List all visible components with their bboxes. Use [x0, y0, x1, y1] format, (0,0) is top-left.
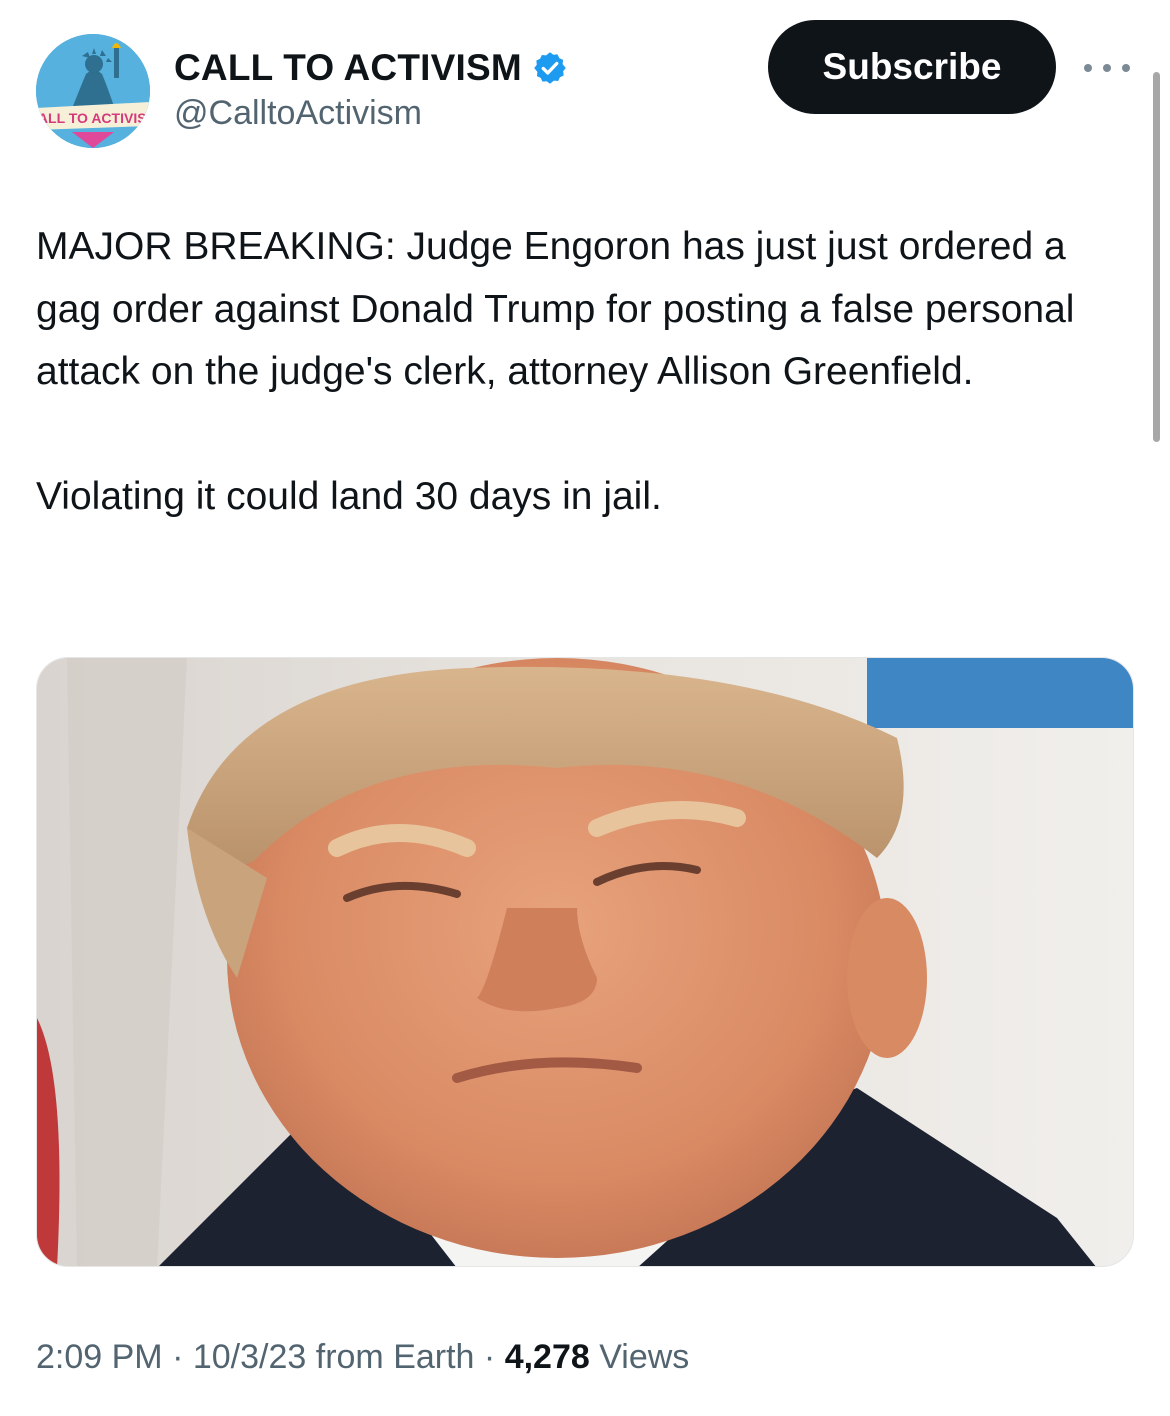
- account-handle[interactable]: @CalltoActivism: [174, 94, 568, 133]
- views-count[interactable]: 4,278: [505, 1338, 590, 1376]
- tweet-photo[interactable]: [36, 657, 1134, 1267]
- tweet-time[interactable]: 2:09 PM: [36, 1338, 163, 1376]
- verified-badge-icon[interactable]: [532, 50, 568, 86]
- avatar-banner-text: CALL TO ACTIVISM: [36, 110, 150, 126]
- meta-separator: ·: [162, 1338, 193, 1376]
- meta-separator: ·: [474, 1338, 505, 1376]
- subscribe-button[interactable]: Subscribe: [768, 20, 1056, 114]
- tweet-date[interactable]: 10/3/23: [193, 1338, 306, 1376]
- avatar-image: CALL TO ACTIVISM: [36, 34, 150, 148]
- display-name[interactable]: CALL TO ACTIVISM: [174, 47, 522, 89]
- more-dot: [1122, 64, 1130, 72]
- name-row: CALL TO ACTIVISM: [174, 44, 568, 92]
- author-block[interactable]: CALL TO ACTIVISM @CalltoActivism: [174, 44, 568, 164]
- photo-illustration: [37, 658, 1133, 1266]
- more-options-icon[interactable]: [1084, 56, 1130, 80]
- scrollbar[interactable]: [1153, 72, 1160, 442]
- more-dot: [1103, 64, 1111, 72]
- more-dot: [1084, 64, 1092, 72]
- views-label: Views: [589, 1338, 690, 1376]
- tweet-meta: 2:09 PM · 10/3/23 from Earth · 4,278 Vie…: [36, 1338, 689, 1377]
- avatar[interactable]: CALL TO ACTIVISM: [36, 34, 150, 148]
- tweet-text: MAJOR BREAKING: Judge Engoron has just j…: [36, 225, 1075, 518]
- tweet-source: from Earth: [306, 1338, 475, 1376]
